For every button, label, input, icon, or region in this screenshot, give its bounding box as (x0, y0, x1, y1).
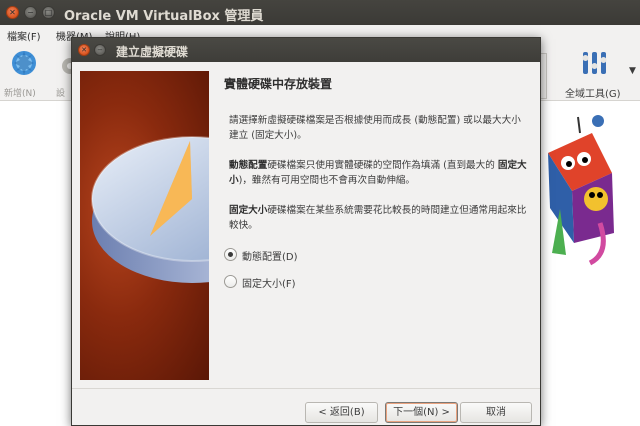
minimize-icon: − (97, 46, 103, 54)
mascot-illustration-icon (548, 115, 614, 266)
page-heading: 實體硬碟中存放裝置 (224, 77, 333, 91)
window-titlebar: ✕ − □ Oracle VM VirtualBox 管理員 (0, 0, 640, 25)
close-icon: ✕ (9, 8, 16, 17)
tools-icon (582, 52, 607, 74)
window-maximize-button[interactable]: □ (42, 6, 55, 19)
dialog-title: 建立虛擬硬碟 (116, 45, 189, 59)
fixed-description: 固定大小硬碟檔案在某些系統需要花比較長的時間建立但通常用起來比較快。 (229, 203, 529, 233)
disk-chart-icon (91, 136, 209, 283)
create-virtual-hard-disk-dialog: ✕ − 建立虛擬硬碟 實體硬碟中存放裝置 請選擇新虛擬硬碟檔案是否根據使用而成長… (71, 37, 541, 426)
toolbar-edge-button[interactable] (540, 53, 547, 99)
dialog-titlebar: ✕ − 建立虛擬硬碟 (72, 38, 540, 62)
dynamic-term: 動態配置 (229, 160, 268, 171)
maximize-icon: □ (44, 8, 53, 17)
dialog-minimize-button[interactable]: − (94, 44, 106, 56)
settings-label: 設 (56, 89, 66, 99)
description-text: 請選擇新虛擬硬碟檔案是否根據使用而成長 (動態配置) 或以最大大小建立 (固定大… (229, 115, 521, 141)
new-machine-icon (12, 51, 36, 75)
close-icon: ✕ (81, 46, 87, 54)
fixed-size-label[interactable]: 固定大小(F) (242, 275, 296, 290)
next-button[interactable]: 下一個(N) > (385, 402, 458, 423)
new-label: 新增(N) (4, 89, 36, 99)
button-separator (72, 388, 540, 389)
dynamic-description: 動態配置硬碟檔案只使用實體硬碟的空間作為填滿 (直到最大的 固定大小)，雖然有可… (229, 158, 529, 188)
radio-selected-dot (228, 252, 233, 257)
toolbar-dropdown-arrow-icon[interactable]: ▼ (629, 66, 636, 76)
window-title: Oracle VM VirtualBox 管理員 (64, 9, 264, 24)
fixed-term: 固定大小 (229, 205, 268, 216)
new-button[interactable]: 新增(N) (2, 46, 46, 99)
dynamic-allocation-radio[interactable] (224, 248, 237, 261)
minimize-icon: − (27, 8, 34, 17)
dynamic-allocation-label[interactable]: 動態配置(D) (242, 248, 298, 263)
dialog-close-button[interactable]: ✕ (78, 44, 90, 56)
dynamic-text-1: 硬碟檔案只使用實體硬碟的空間作為填滿 (直到最大的 (267, 160, 498, 171)
fixed-text: 硬碟檔案在某些系統需要花比較長的時間建立但通常用起來比較快。 (229, 205, 527, 231)
settings-button[interactable]: 設 (52, 46, 76, 99)
welcome-pane (540, 101, 640, 426)
fixed-size-radio[interactable] (224, 275, 237, 288)
window-minimize-button[interactable]: − (24, 6, 37, 19)
global-tools-label: 全域工具(G) (565, 89, 621, 100)
wizard-side-image (80, 71, 209, 380)
machine-list[interactable] (0, 101, 73, 426)
cancel-button[interactable]: 取消 (460, 402, 532, 423)
global-tools-button[interactable]: 全域工具(G) (560, 46, 630, 100)
back-button[interactable]: < 返回(B) (305, 402, 378, 423)
window-close-button[interactable]: ✕ (6, 6, 19, 19)
menu-file[interactable]: 檔案(F) (7, 28, 41, 43)
dynamic-text-2: )，雖然有可用空間也不會再次自動伸縮。 (238, 175, 416, 186)
